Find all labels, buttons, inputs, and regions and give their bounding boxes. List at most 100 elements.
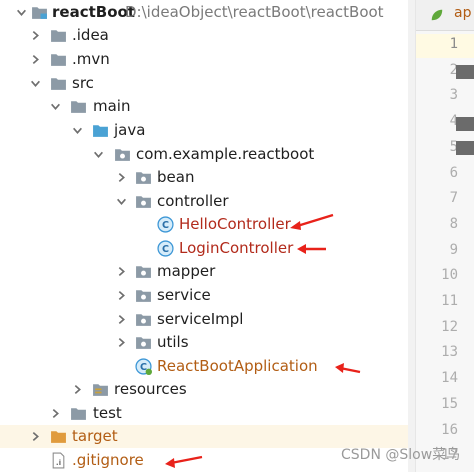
tree-row-package[interactable]: com.example.reactboot [0, 143, 415, 166]
package-icon [135, 169, 152, 186]
tree-item-label: bean [157, 168, 195, 186]
annotation-arrow-icon [335, 363, 361, 374]
tree-row-test[interactable]: test [0, 402, 415, 425]
folder-icon [70, 98, 87, 115]
package-icon [135, 287, 152, 304]
svg-text:.i: .i [56, 458, 61, 467]
svg-text:C: C [162, 220, 169, 231]
editor-tab[interactable]: ap [416, 0, 474, 31]
tree-item-label: .idea [72, 26, 109, 44]
line-number: 8 [449, 215, 458, 232]
svg-text:C: C [162, 244, 169, 255]
package-icon [135, 193, 152, 210]
annotation-arrow-icon [165, 455, 203, 468]
annotation-arrow-icon [297, 244, 326, 254]
tree-item-label: com.example.reactboot [136, 145, 315, 163]
chevron-down-icon[interactable] [28, 72, 42, 95]
line-number: 4 [449, 113, 458, 130]
tree-row-login-controller[interactable]: C LoginController [0, 237, 415, 260]
chevron-down-icon[interactable] [91, 143, 105, 166]
tree-root-path: D:\ideaObject\reactBoot\reactBoot [125, 3, 384, 21]
chevron-right-icon[interactable] [48, 402, 62, 425]
tree-item-label: target [72, 427, 118, 445]
tree-row-controller[interactable]: controller [0, 190, 415, 213]
line-number: 1 [449, 36, 458, 52]
line-number: 15 [441, 395, 458, 412]
chevron-right-icon[interactable] [114, 308, 128, 331]
tree-item-label: utils [157, 333, 189, 351]
line-number: 3 [449, 87, 458, 104]
line-number: 11 [441, 293, 458, 309]
chevron-down-icon[interactable] [114, 190, 128, 213]
line-number: 10 [441, 267, 458, 284]
folder-icon [50, 27, 67, 44]
package-icon [135, 334, 152, 351]
tree-scrollbar[interactable] [408, 0, 415, 472]
chevron-right-icon[interactable] [28, 24, 42, 47]
chevron-right-icon[interactable] [28, 425, 42, 448]
tree-row-src[interactable]: src [0, 72, 415, 95]
project-tool-window: reactBoot D:\ideaObject\reactBoot\reactB… [0, 0, 415, 472]
tree-item-label: HelloController [179, 215, 291, 233]
ide-window: reactBoot D:\ideaObject\reactBoot\reactB… [0, 0, 474, 472]
resources-folder-icon [92, 381, 109, 398]
tree-item-label: ReactBootApplication [157, 357, 318, 375]
chevron-down-icon[interactable] [14, 1, 28, 24]
line-number: 6 [449, 164, 458, 181]
tree-row-hello-controller[interactable]: C HelloController [0, 213, 415, 236]
line-number: 14 [441, 370, 458, 387]
tree-row-service[interactable]: service [0, 284, 415, 307]
chevron-right-icon[interactable] [70, 378, 84, 401]
tree-item-label: serviceImpl [157, 310, 244, 328]
code-fragment [456, 65, 474, 79]
line-number: 16 [441, 421, 458, 438]
tree-item-label: test [93, 404, 122, 422]
tree-row-main[interactable]: main [0, 95, 415, 118]
spring-boot-class-icon: C [135, 358, 152, 375]
code-fragment [456, 117, 474, 131]
tree-row-mvn[interactable]: .mvn [0, 48, 415, 71]
package-icon [135, 311, 152, 328]
java-class-icon: C [157, 240, 174, 257]
tree-row-mapper[interactable]: mapper [0, 260, 415, 283]
chevron-right-icon[interactable] [28, 48, 42, 71]
tree-row-root[interactable]: reactBoot D:\ideaObject\reactBoot\reactB… [0, 1, 415, 24]
tree-item-label: .gitignore [72, 451, 144, 469]
tree-row-service-impl[interactable]: serviceImpl [0, 308, 415, 331]
tree-row-resources[interactable]: resources [0, 378, 415, 401]
chevron-right-icon[interactable] [114, 260, 128, 283]
line-number: 2 [449, 61, 458, 78]
editor-tab-label: ap [454, 5, 472, 21]
package-icon [114, 146, 131, 163]
tree-item-label: src [72, 74, 94, 92]
chevron-right-icon[interactable] [114, 284, 128, 307]
tree-item-label: mapper [157, 262, 216, 280]
tree-item-label: .mvn [72, 50, 110, 68]
code-fragment [456, 141, 474, 155]
annotation-arrow-icon [290, 213, 334, 230]
watermark-text: CSDN @Slow菜鸟 [341, 447, 461, 463]
source-folder-icon [92, 122, 109, 139]
excluded-folder-icon [50, 428, 67, 445]
module-folder-icon [31, 4, 48, 21]
chevron-right-icon[interactable] [114, 331, 128, 354]
tree-item-label: LoginController [179, 239, 294, 257]
chevron-down-icon[interactable] [70, 119, 84, 142]
line-number: 5 [449, 138, 458, 155]
line-number: 12 [441, 318, 458, 335]
java-class-icon: C [157, 216, 174, 233]
tree-row-idea[interactable]: .idea [0, 24, 415, 47]
chevron-right-icon[interactable] [114, 166, 128, 189]
tree-item-label: controller [157, 192, 229, 210]
tree-row-java[interactable]: java [0, 119, 415, 142]
tree-row-bean[interactable]: bean [0, 166, 415, 189]
tree-item-label: java [114, 121, 146, 139]
folder-icon [50, 75, 67, 92]
chevron-down-icon[interactable] [48, 95, 62, 118]
line-number: 7 [449, 190, 458, 207]
tree-item-label: main [93, 97, 131, 115]
tree-root-label: reactBoot [52, 3, 135, 21]
folder-icon [50, 51, 67, 68]
tree-row-utils[interactable]: utils [0, 331, 415, 354]
folder-icon [70, 405, 87, 422]
